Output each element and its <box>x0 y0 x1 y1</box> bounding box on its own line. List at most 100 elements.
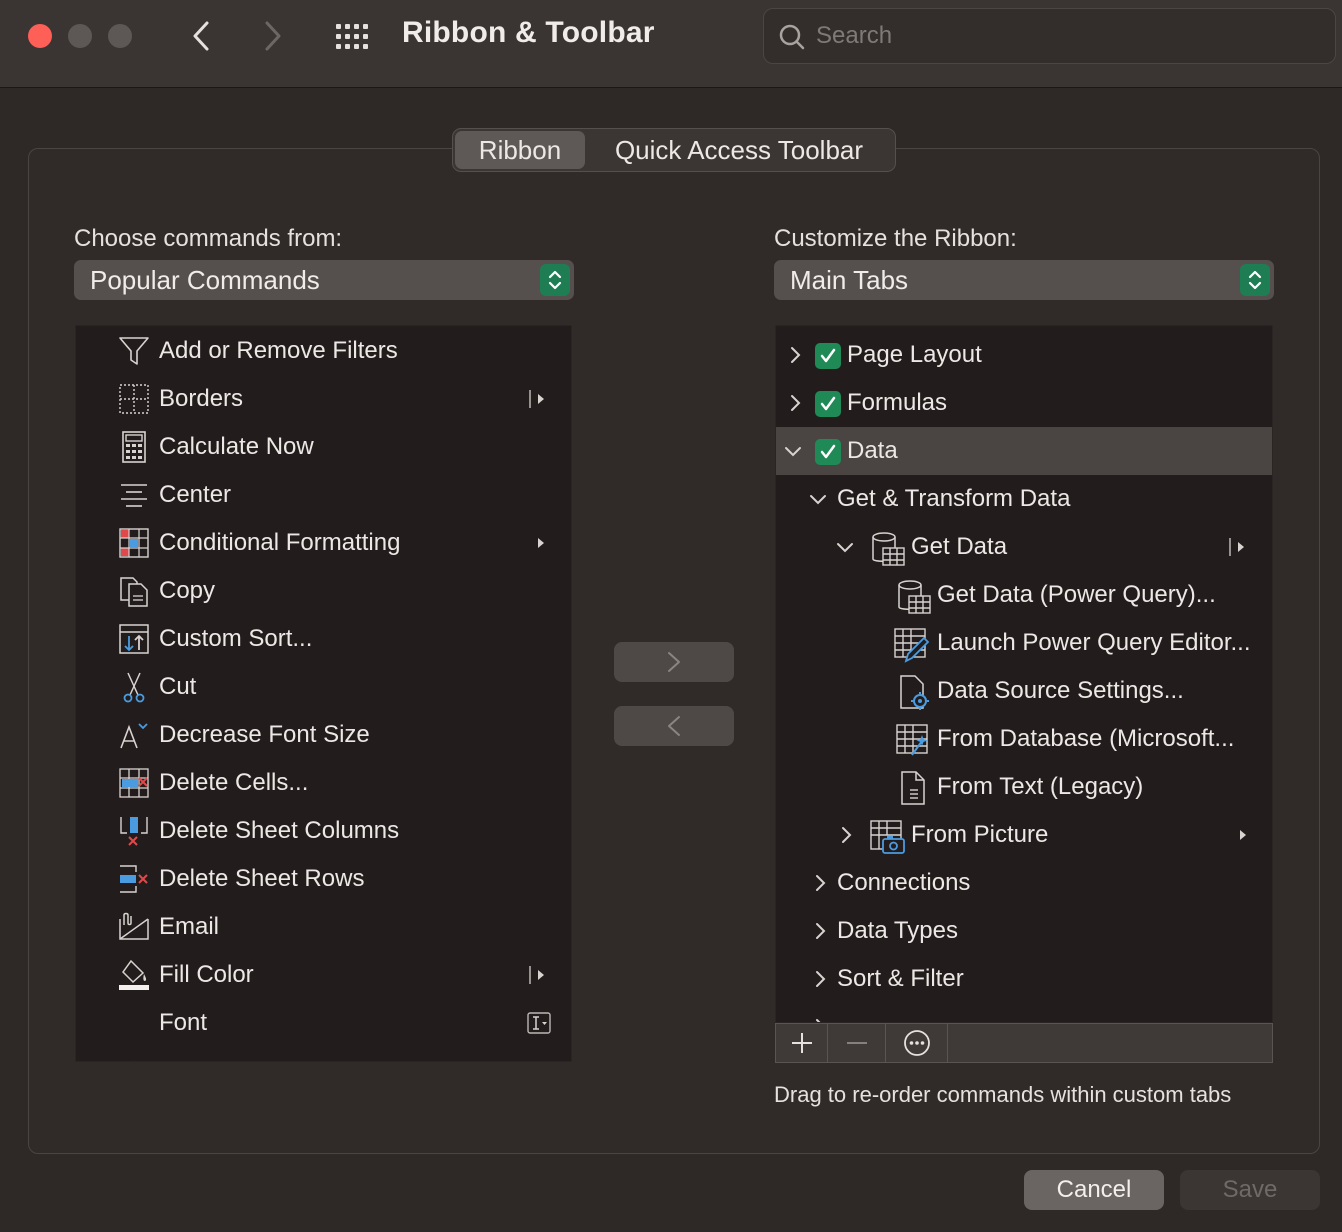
commands-list[interactable]: Add or Remove Filters Borders Calculate … <box>75 325 572 1062</box>
tree-toolbar <box>775 1023 1273 1063</box>
fill-color-icon <box>118 959 150 991</box>
close-window-button[interactable] <box>28 24 52 48</box>
command-label: Delete Cells... <box>159 769 309 796</box>
title-bar: Ribbon & Toolbar <box>0 0 1342 88</box>
show-all-preferences-button[interactable] <box>334 22 372 52</box>
split-submenu-arrow-icon[interactable] <box>528 965 548 985</box>
tree-item-data-source-settings[interactable]: Data Source Settings... <box>776 667 1272 715</box>
tree-item-connections[interactable]: Connections <box>776 859 1272 907</box>
window-title: Ribbon & Toolbar <box>402 16 655 49</box>
split-submenu-arrow-icon[interactable] <box>528 389 548 409</box>
database-icon <box>872 532 905 566</box>
command-item[interactable]: Email <box>76 903 571 951</box>
reorder-hint: Drag to re-order commands within custom … <box>774 1082 1232 1107</box>
conditional-formatting-icon <box>118 527 150 559</box>
command-item[interactable]: Conditional Formatting <box>76 519 571 567</box>
command-item[interactable]: Delete Sheet Rows <box>76 855 571 903</box>
back-button[interactable] <box>186 18 216 54</box>
plus-icon <box>791 1033 812 1053</box>
command-item[interactable]: Center <box>76 471 571 519</box>
remove-command-button[interactable] <box>614 706 734 746</box>
chevron-right-icon[interactable] <box>785 345 805 365</box>
tree-item-launch-power-query-editor[interactable]: Launch Power Query Editor... <box>776 619 1272 667</box>
save-button[interactable]: Save <box>1180 1170 1320 1210</box>
tree-item-data-types[interactable]: Data Types <box>776 907 1272 955</box>
tree-item-get-transform-data[interactable]: Get & Transform Data <box>776 475 1272 523</box>
checkbox-checked[interactable] <box>815 343 841 369</box>
delete-rows-icon <box>118 863 150 895</box>
ribbon-tabs-select[interactable]: Main Tabs <box>774 260 1274 300</box>
tree-label: From Database (Microsoft... <box>937 725 1235 752</box>
calculator-icon <box>118 431 150 463</box>
borders-icon <box>118 383 150 415</box>
ribbon-tree[interactable]: Page Layout Formulas Data Get & Transfor… <box>775 325 1273 1023</box>
command-label: Email <box>159 913 220 940</box>
tree-item-from-text-legacy[interactable]: From Text (Legacy) <box>776 763 1272 811</box>
tab-quick-access-toolbar[interactable]: Quick Access Toolbar <box>585 131 893 169</box>
chevron-right-icon[interactable] <box>836 825 856 845</box>
command-item[interactable]: Fill Color <box>76 951 571 999</box>
chevron-down-icon[interactable] <box>808 489 828 509</box>
search-box[interactable] <box>763 8 1336 64</box>
command-item[interactable]: Decrease Font Size <box>76 711 571 759</box>
remove-item-button[interactable] <box>828 1024 886 1062</box>
chevron-right-icon[interactable] <box>810 969 830 989</box>
cancel-button[interactable]: Cancel <box>1024 1170 1164 1210</box>
tree-item-from-picture[interactable]: From Picture <box>776 811 1272 859</box>
split-submenu-arrow-icon[interactable] <box>1228 537 1248 557</box>
tree-item-page-layout[interactable]: Page Layout <box>776 331 1272 379</box>
checkbox-checked[interactable] <box>815 439 841 465</box>
command-item[interactable]: Borders <box>76 375 571 423</box>
more-options-button[interactable] <box>886 1024 948 1062</box>
table-edit-icon <box>894 628 930 663</box>
add-command-button[interactable] <box>614 642 734 682</box>
command-item[interactable]: Calculate Now <box>76 423 571 471</box>
font-color-icon <box>118 1055 150 1061</box>
command-item[interactable]: Delete Sheet Columns <box>76 807 571 855</box>
command-item[interactable]: Cut <box>76 663 571 711</box>
tree-item-sort-filter[interactable]: Sort & Filter <box>776 955 1272 1003</box>
tree-item-data[interactable]: Data <box>776 427 1272 475</box>
tree-item-formulas[interactable]: Formulas <box>776 379 1272 427</box>
chevron-left-icon <box>668 716 680 736</box>
chevron-right-icon[interactable] <box>785 393 805 413</box>
commands-source-select[interactable]: Popular Commands <box>74 260 574 300</box>
command-label: Center <box>159 481 232 508</box>
command-label: Add or Remove Filters <box>159 337 398 364</box>
tree-label: Get Data (Power Query)... <box>937 581 1216 608</box>
command-label: Decrease Font Size <box>159 721 370 748</box>
command-item[interactable]: Delete Cells... <box>76 759 571 807</box>
forward-button[interactable] <box>258 18 288 54</box>
command-label: Conditional Formatting <box>159 529 401 556</box>
tab-ribbon[interactable]: Ribbon <box>455 131 585 169</box>
minimize-window-button[interactable] <box>68 24 92 48</box>
tree-label: Data Source Settings... <box>937 677 1184 704</box>
font-box-icon <box>527 1012 551 1034</box>
chevron-down-icon[interactable] <box>783 441 803 461</box>
tree-label: Page Layout <box>847 341 982 368</box>
tree-item-get-data[interactable]: Get Data <box>776 523 1272 571</box>
commands-source-value: Popular Commands <box>90 264 320 295</box>
ellipsis-circle-icon <box>903 1030 930 1056</box>
delete-cells-icon <box>118 767 150 799</box>
command-item[interactable]: Font <box>76 999 571 1047</box>
chevron-right-icon[interactable] <box>810 921 830 941</box>
checkbox-checked[interactable] <box>815 391 841 417</box>
search-input[interactable] <box>816 19 1316 53</box>
tree-item-get-data-power-query[interactable]: Get Data (Power Query)... <box>776 571 1272 619</box>
tree-label: Get Data <box>911 533 1008 560</box>
search-icon <box>779 24 805 50</box>
chevron-right-icon <box>265 21 281 51</box>
command-item[interactable]: Copy <box>76 567 571 615</box>
align-center-icon <box>118 479 150 511</box>
tree-item-from-database[interactable]: From Database (Microsoft... <box>776 715 1272 763</box>
chevron-right-icon[interactable] <box>810 873 830 893</box>
submenu-arrow-icon <box>538 538 544 548</box>
zoom-window-button[interactable] <box>108 24 132 48</box>
command-item[interactable]: Add or Remove Filters <box>76 327 571 375</box>
command-item[interactable]: Custom Sort... <box>76 615 571 663</box>
tree-label: From Text (Legacy) <box>937 773 1144 800</box>
tree-label: Data <box>847 437 898 464</box>
add-item-button[interactable] <box>776 1024 828 1062</box>
chevron-down-icon[interactable] <box>835 537 855 557</box>
